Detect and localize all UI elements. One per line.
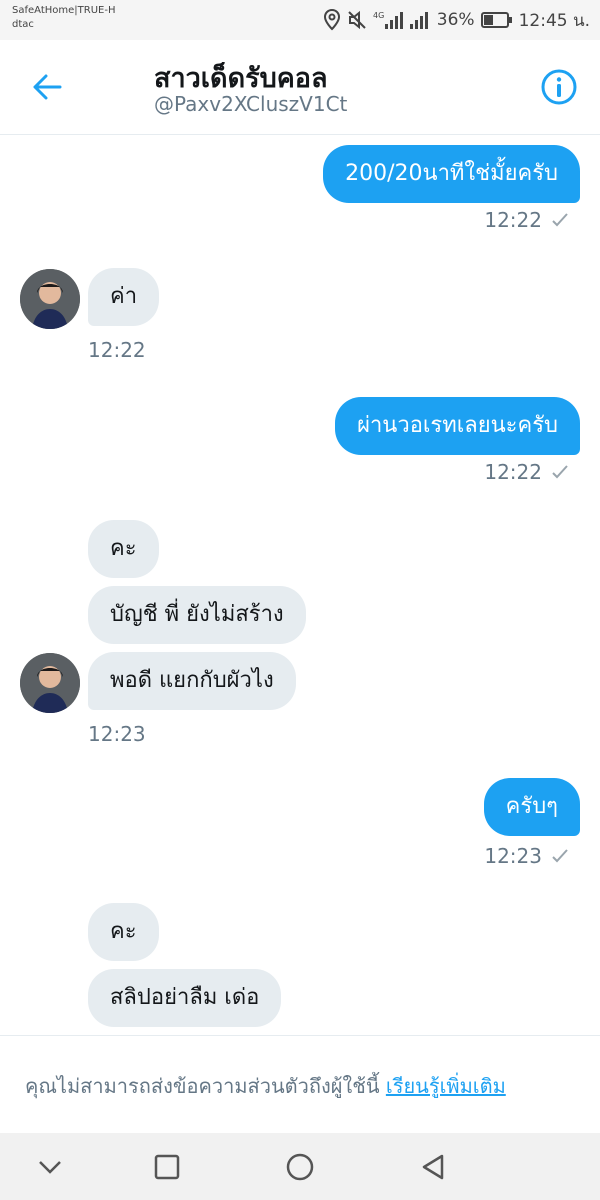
notice-message: คุณไม่สามารถส่งข้อความส่วนตัวถึงผู้ใช้นี… bbox=[25, 1074, 386, 1098]
message-list: 200/20นาทีใช่มั้ยครับ 12:22 ค่า 12:22 ผ่… bbox=[0, 135, 600, 1035]
avatar[interactable] bbox=[20, 653, 80, 713]
network-label: 4G bbox=[373, 11, 384, 20]
message-timestamp: 12:23 bbox=[484, 844, 568, 868]
message-timestamp: 12:22 bbox=[484, 460, 568, 484]
learn-more-link[interactable]: เรียนรู้เพิ่มเติม bbox=[386, 1074, 506, 1098]
outgoing-message[interactable]: 200/20นาทีใช่มั้ยครับ bbox=[323, 145, 580, 203]
android-nav-bar bbox=[0, 1133, 600, 1200]
avatar[interactable] bbox=[20, 269, 80, 329]
conversation-header: สาวเด็ดรับคอล @Paxv2XCluszV1Ct bbox=[0, 40, 600, 135]
dm-restriction-notice: คุณไม่สามารถส่งข้อความส่วนตัวถึงผู้ใช้นี… bbox=[0, 1035, 600, 1134]
carrier-line-2: dtac bbox=[12, 19, 34, 30]
recents-button[interactable] bbox=[147, 1147, 187, 1187]
triangle-back-icon bbox=[422, 1154, 444, 1180]
incoming-message[interactable]: ค่า bbox=[88, 268, 160, 326]
carrier-line-1: SafeAtHome|TRUE-H bbox=[12, 5, 116, 16]
chevron-down-icon bbox=[39, 1161, 61, 1174]
check-icon bbox=[552, 849, 568, 863]
battery-percent: 36% bbox=[436, 10, 475, 30]
info-button[interactable] bbox=[538, 66, 580, 108]
incoming-message[interactable]: คะ bbox=[88, 903, 159, 961]
timestamp-text: 12:22 bbox=[484, 208, 542, 232]
incoming-message[interactable]: คะ bbox=[88, 520, 159, 578]
incoming-message[interactable]: สลิปอย่าลืม เด่อ bbox=[88, 969, 282, 1027]
check-icon bbox=[552, 213, 568, 227]
incoming-message[interactable]: บัญชี พี่ ยังไม่สร้าง bbox=[88, 586, 306, 644]
message-timestamp: 12:22 bbox=[88, 338, 146, 362]
user-handle: @Paxv2XCluszV1Ct bbox=[154, 92, 348, 116]
back-button[interactable] bbox=[24, 64, 70, 110]
check-icon bbox=[552, 465, 568, 479]
battery-icon bbox=[480, 11, 513, 29]
signal-icon-1: 4G bbox=[373, 10, 403, 30]
mute-icon bbox=[347, 10, 367, 30]
timestamp-text: 12:23 bbox=[484, 844, 542, 868]
circle-icon bbox=[286, 1153, 314, 1181]
square-icon bbox=[154, 1154, 180, 1180]
timestamp-text: 12:22 bbox=[484, 460, 542, 484]
info-icon bbox=[541, 69, 577, 105]
message-timestamp: 12:23 bbox=[88, 722, 146, 746]
outgoing-message[interactable]: ครับๆ bbox=[483, 778, 580, 836]
clock: 12:45 น. bbox=[518, 10, 590, 31]
carrier-info: SafeAtHome|TRUE-H dtac bbox=[12, 4, 115, 32]
signal-icon-2 bbox=[409, 10, 431, 30]
outgoing-message[interactable]: ผ่านวอเรทเลยนะครับ bbox=[335, 397, 580, 455]
home-button[interactable] bbox=[280, 1147, 320, 1187]
message-timestamp: 12:22 bbox=[484, 208, 568, 232]
status-icons: 4G 36% 12:45 น. bbox=[323, 8, 590, 32]
incoming-message[interactable]: พอดี แยกกับผัวไง bbox=[88, 652, 296, 710]
location-icon bbox=[323, 9, 341, 31]
notice-text: คุณไม่สามารถส่งข้อความส่วนตัวถึงผู้ใช้นี… bbox=[25, 1070, 506, 1102]
hide-keyboard-button[interactable] bbox=[30, 1147, 70, 1187]
status-bar: SafeAtHome|TRUE-H dtac 4G 36% 12:45 น. bbox=[0, 0, 600, 40]
back-nav-button[interactable] bbox=[413, 1147, 453, 1187]
arrow-left-icon bbox=[33, 74, 62, 100]
